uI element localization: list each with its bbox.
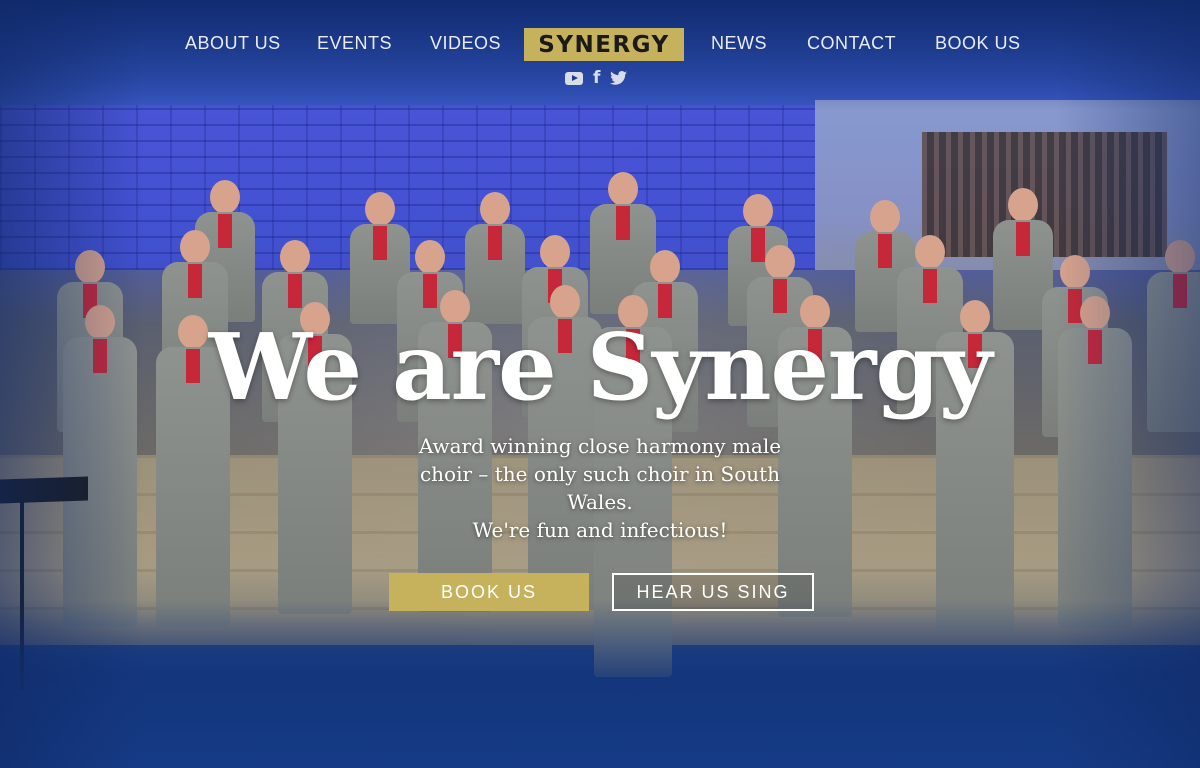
facebook-icon[interactable]: f: [593, 69, 600, 87]
subtitle-line: Wales.: [567, 490, 633, 514]
social-links: f: [565, 68, 637, 88]
hero-subtitle: Award winning close harmony male choir –…: [395, 432, 805, 544]
youtube-icon[interactable]: [565, 71, 583, 85]
nav-contact[interactable]: CONTACT: [807, 33, 896, 54]
hero-headline: We are Synergy: [208, 313, 993, 421]
twitter-icon[interactable]: [610, 71, 628, 85]
nav-events[interactable]: EVENTS: [317, 33, 392, 54]
nav-videos[interactable]: VIDEOS: [430, 33, 501, 54]
nav-news[interactable]: NEWS: [711, 33, 767, 54]
subtitle-line: Award winning close harmony male: [418, 434, 782, 458]
nav-book-us[interactable]: BOOK US: [935, 33, 1021, 54]
hear-us-sing-button[interactable]: HEAR US SING: [612, 573, 814, 611]
main-navigation: ABOUT US EVENTS VIDEOS SYNERGY NEWS CONT…: [0, 28, 1200, 62]
nav-about-us[interactable]: ABOUT US: [185, 33, 281, 54]
subtitle-line: We're fun and infectious!: [472, 518, 728, 542]
subtitle-line: choir – the only such choir in South: [419, 462, 781, 486]
synergy-logo[interactable]: SYNERGY: [524, 28, 684, 61]
book-us-button[interactable]: BOOK US: [389, 573, 589, 611]
